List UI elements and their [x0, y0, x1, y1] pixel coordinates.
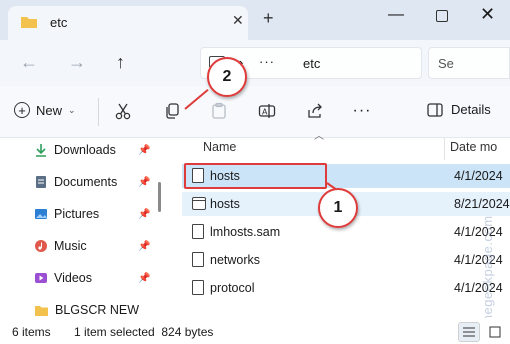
file-row-networks[interactable]: networks 4/1/2024 [182, 248, 510, 272]
file-row-protocol[interactable]: protocol 4/1/2024 [182, 276, 510, 300]
file-icon [192, 224, 204, 239]
highlight-box [184, 163, 327, 189]
watermark: @thegeekpage.com [480, 215, 495, 340]
pictures-icon [35, 209, 47, 219]
share-icon [308, 103, 322, 118]
column-divider[interactable] [444, 138, 445, 160]
sidebar-item-label: Videos [54, 271, 92, 285]
list-view-icon [463, 327, 475, 337]
column-header-date-modified[interactable]: Date mo [450, 140, 497, 154]
pin-icon[interactable]: 📌 [138, 209, 150, 220]
svg-text:A: A [262, 108, 268, 117]
item-count: 6 items [12, 325, 51, 339]
command-bar: + New ⌄ A ··· Details [0, 86, 510, 138]
navigation-pane [0, 138, 165, 318]
share-button[interactable] [304, 100, 326, 122]
forward-button[interactable]: → [68, 52, 86, 73]
rename-icon: A [258, 104, 276, 118]
copy-button[interactable] [161, 100, 183, 122]
window-file-icon [192, 197, 206, 210]
minimize-button[interactable]: — [388, 6, 404, 24]
new-button[interactable]: + New ⌄ [14, 102, 76, 118]
sidebar-scrollbar[interactable] [158, 182, 161, 212]
tab-close-icon[interactable]: ✕ [232, 12, 244, 29]
paste-icon [212, 102, 226, 119]
download-icon [36, 144, 46, 157]
tiles-view-button[interactable] [484, 322, 506, 342]
cut-button[interactable] [112, 100, 134, 122]
details-pane-icon [427, 102, 443, 117]
selection-info: 1 item selected 824 bytes [74, 325, 214, 339]
toolbar-divider [98, 98, 99, 126]
folder-icon [35, 305, 48, 316]
sidebar-item-downloads[interactable]: Downloads 📌 [34, 139, 159, 161]
callout-step-2: 2 [207, 57, 247, 97]
column-header-name[interactable]: Name [203, 140, 236, 154]
pin-icon[interactable]: 📌 [138, 241, 150, 252]
paste-button[interactable] [208, 100, 230, 122]
pin-icon[interactable]: 📌 [138, 145, 150, 156]
details-pane-button[interactable]: Details [427, 102, 491, 117]
pin-icon[interactable]: 📌 [138, 273, 150, 284]
file-name: hosts [210, 197, 240, 211]
callout-step-1: 1 [318, 188, 358, 228]
sidebar-item-label: Pictures [54, 207, 100, 221]
new-label: New [36, 102, 63, 118]
sidebar-item-label: Music [54, 239, 87, 253]
new-tab-button[interactable]: + [263, 8, 274, 29]
rename-button[interactable]: A [256, 100, 278, 122]
sidebar-item-label: Documents [54, 175, 118, 189]
folder-icon [21, 17, 37, 28]
plus-icon: + [14, 102, 30, 118]
chevron-down-icon: ⌄ [68, 104, 76, 115]
details-label: Details [451, 102, 491, 117]
breadcrumb-etc[interactable]: etc [303, 56, 320, 71]
up-button[interactable]: ↑ [116, 52, 125, 73]
videos-icon [35, 273, 47, 283]
tab-title: etc [50, 15, 68, 30]
sidebar-item-label: Downloads [54, 143, 116, 157]
scissors-icon [115, 103, 131, 120]
music-icon [35, 240, 47, 252]
tab-etc[interactable]: etc ✕ [8, 6, 248, 40]
file-name: networks [210, 253, 261, 267]
search-input[interactable]: Se [428, 47, 510, 79]
close-window-button[interactable]: ✕ [480, 4, 495, 25]
tiles-view-icon [489, 326, 501, 338]
file-name: lmhosts.sam [210, 225, 281, 239]
file-name: protocol [210, 281, 255, 295]
back-button[interactable]: ← [20, 52, 38, 73]
maximize-button[interactable] [436, 10, 448, 22]
sidebar-item-documents[interactable]: Documents 📌 [34, 171, 159, 193]
sidebar-item-pictures[interactable]: Pictures 📌 [34, 203, 159, 225]
file-icon [192, 280, 204, 295]
sidebar-item-videos[interactable]: Videos 📌 [34, 267, 159, 289]
documents-icon [36, 176, 46, 188]
copy-icon [166, 103, 179, 119]
sidebar-item-music[interactable]: Music 📌 [34, 235, 159, 257]
sidebar-item-label: BLGSCR NEW [55, 303, 140, 317]
sort-ascending-icon: ︿ [314, 131, 324, 142]
navigation-bar: ← → ↑ › ··· etc Se [0, 40, 510, 86]
pin-icon[interactable]: 📌 [138, 177, 150, 188]
file-icon [192, 252, 204, 267]
status-bar: 6 items 1 item selected 824 bytes [0, 318, 510, 344]
more-options-button[interactable]: ··· [351, 100, 373, 122]
breadcrumb-overflow[interactable]: ··· [259, 54, 275, 69]
title-bar: etc ✕ + — ✕ [0, 0, 510, 40]
details-view-button[interactable] [458, 322, 480, 342]
